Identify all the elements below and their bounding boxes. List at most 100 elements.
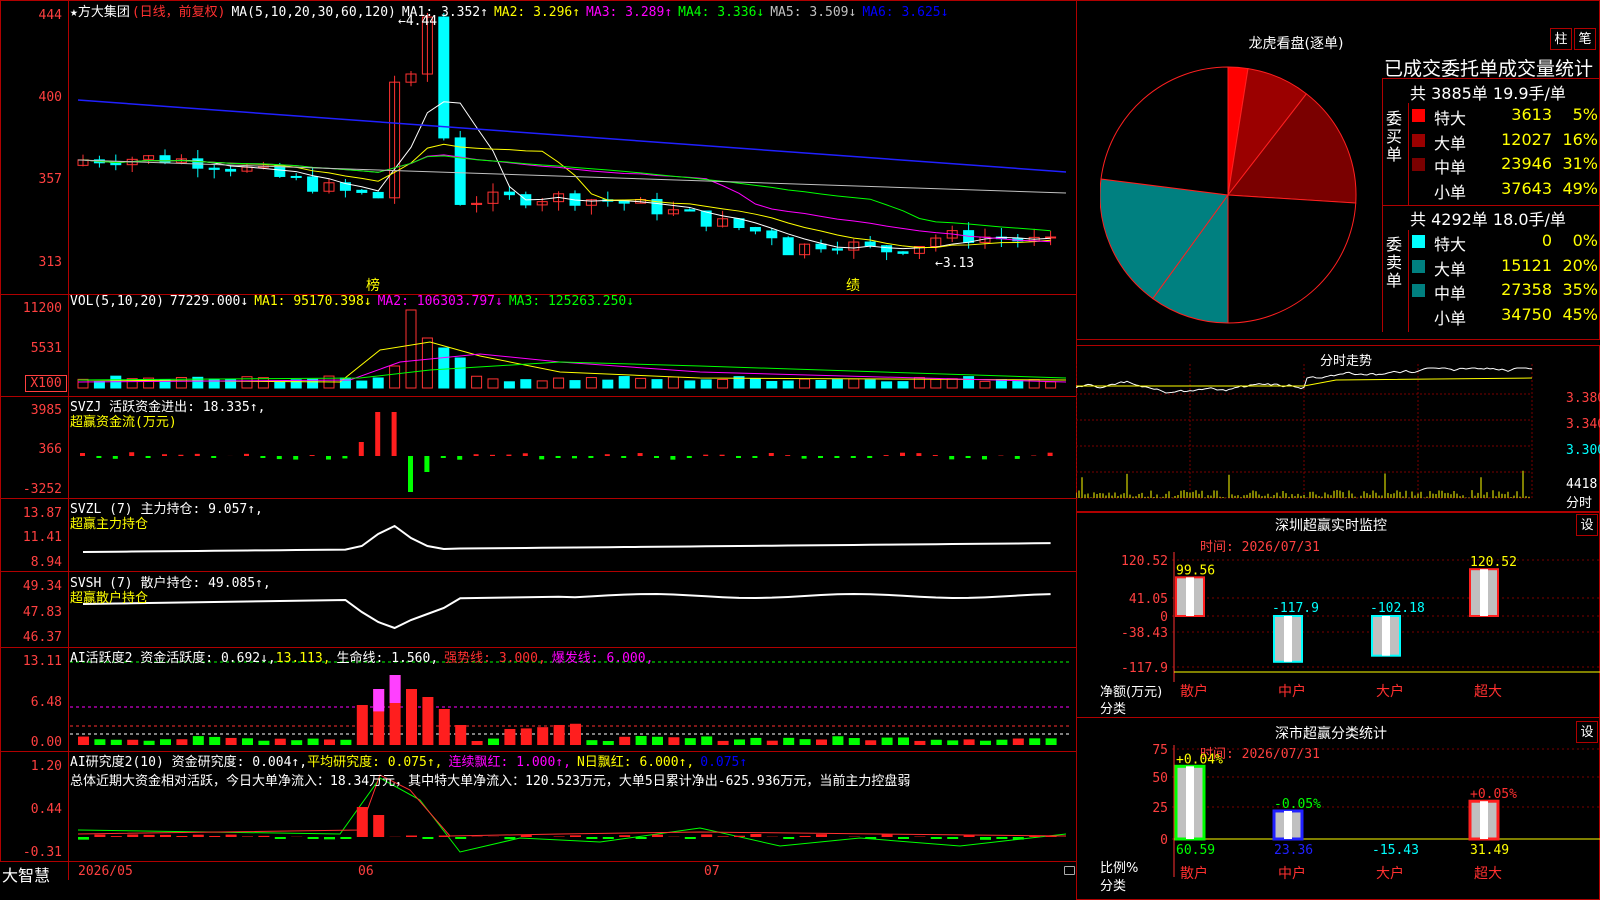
ai2-v2: 平均研究度: 0.075↑, (307, 755, 442, 770)
research-bar (94, 835, 105, 837)
activity-bar (537, 727, 548, 745)
volume-bar (94, 382, 104, 388)
sell-row-percent: 0% (1552, 231, 1598, 250)
class-value: 23.36 (1274, 843, 1313, 858)
activity-bar (291, 740, 302, 745)
svsh-ytick: 49.34 (0, 579, 62, 594)
sell-row-volume: 27358 (1486, 280, 1552, 299)
sell-row-type: 大单 (1434, 256, 1479, 280)
intraday-chart[interactable] (1076, 364, 1600, 514)
flow-bar (178, 455, 183, 456)
candle (308, 177, 318, 191)
activity-bar (472, 741, 483, 745)
flow-bar (244, 454, 249, 456)
class-ytick: 50 (1152, 771, 1168, 786)
stock-title[interactable]: ★方大集团 (70, 5, 130, 20)
flow-bar (966, 456, 971, 458)
order-pie-chart[interactable] (1100, 55, 1380, 345)
volume-bar (1013, 381, 1023, 388)
low-price-label: ←3.13 (935, 256, 974, 271)
class-category: 超大 (1474, 866, 1502, 882)
dragon-tiger-marker[interactable]: 榜 (366, 275, 380, 295)
ma-line (78, 100, 1066, 172)
flow-bar (851, 456, 856, 458)
volume-bar (996, 380, 1006, 388)
volume-bar (275, 382, 285, 388)
research-bar (422, 837, 433, 839)
left-charts-canvas[interactable] (0, 0, 1077, 880)
flow-bar (638, 453, 643, 456)
flow-bar (146, 456, 151, 458)
main-hold-line (83, 526, 1051, 552)
buy-row-type: 大单 (1434, 130, 1479, 154)
research-bar (373, 815, 384, 837)
flow-bar (916, 453, 921, 456)
buy-row-type: 中单 (1434, 154, 1479, 178)
sell-row-percent: 35% (1552, 280, 1598, 299)
activity-bar (504, 729, 515, 745)
research-bar (78, 837, 89, 840)
activity-bar (422, 697, 433, 745)
period-label[interactable]: (日线，前复权) (132, 5, 226, 20)
activity-bar (144, 741, 155, 745)
research-bar (931, 837, 942, 839)
vol-ytick: 11200 (0, 301, 62, 316)
vol-value: 77229.000↓ (170, 294, 248, 309)
tick-view-button[interactable]: 笔 (1574, 28, 1596, 50)
activity-bar (734, 739, 745, 745)
volume-bar (980, 381, 990, 388)
svzj-ytick: -3252 (0, 482, 62, 497)
volume-bar (619, 377, 629, 388)
activity-bar (94, 739, 105, 745)
sz-ytick: -117.9 (1121, 661, 1168, 676)
ma-value: MA4: 3.336↓ (678, 5, 764, 20)
sell-row-percent: 45% (1552, 305, 1598, 324)
activity-bar (258, 741, 269, 745)
volume-bar (291, 380, 301, 388)
legend-swatch (1412, 260, 1425, 273)
ai1-ytick: 6.48 (0, 695, 62, 710)
volume-bar (209, 379, 219, 388)
volume-bar (685, 381, 695, 388)
sz-bar-highlight (1284, 616, 1292, 662)
class-ytick: 25 (1152, 801, 1168, 816)
legend-swatch (1412, 309, 1425, 322)
lock-icon[interactable] (1064, 866, 1075, 875)
brand-label[interactable]: 大智慧 (2, 862, 50, 886)
research-bar (882, 834, 893, 837)
vol-unit-label[interactable]: X100 (25, 375, 67, 392)
bar-view-button[interactable]: 柱 (1550, 28, 1572, 50)
activity-bar (340, 740, 351, 745)
volume-bar (504, 382, 514, 388)
svsh-subtitle: 超赢散户持仓 (70, 587, 148, 606)
flow-bar (408, 456, 413, 492)
earnings-marker[interactable]: 绩 (846, 275, 860, 295)
activity-bar (275, 739, 286, 745)
class-ratio-bar-chart[interactable]: 75 50 25 0 60.59 散户 23.36 中户 -15.43 大户 31.49 超大 +0.0… (1076, 717, 1600, 900)
vol-ma-value: MA2: 106303.797↓ (378, 294, 503, 309)
research-bar (800, 836, 811, 837)
class-ytick: 0 (1160, 833, 1168, 848)
volume-bar (406, 310, 416, 388)
ai2-summary: 总体近期大资金相对活跃，今日大单净流入：18.34万元，其中特大单净流入：120… (70, 770, 910, 789)
ma-line (83, 102, 1051, 249)
volume-bar (898, 382, 908, 388)
volume-bar (78, 379, 88, 388)
volume-bar (472, 376, 482, 388)
vol-ma-value: MA3: 125263.250↓ (509, 294, 634, 309)
activity-bar (800, 739, 811, 745)
research-bar (783, 837, 794, 839)
sell-row-volume: 15121 (1486, 256, 1552, 275)
research-bar (619, 835, 630, 837)
svzj-subtitle: 超赢资金流(万元) (70, 411, 177, 430)
svzl-subtitle: 超赢主力持仓 (70, 513, 148, 532)
candle (455, 138, 465, 205)
sell-row-volume: 0 (1486, 231, 1552, 250)
research-bar (996, 837, 1007, 839)
activity-bar (226, 738, 237, 745)
retail-hold-line (83, 594, 1051, 628)
research-bar (750, 834, 761, 837)
candle (275, 166, 285, 176)
sell-row-type: 小单 (1434, 305, 1479, 329)
research-bar (1046, 836, 1057, 837)
